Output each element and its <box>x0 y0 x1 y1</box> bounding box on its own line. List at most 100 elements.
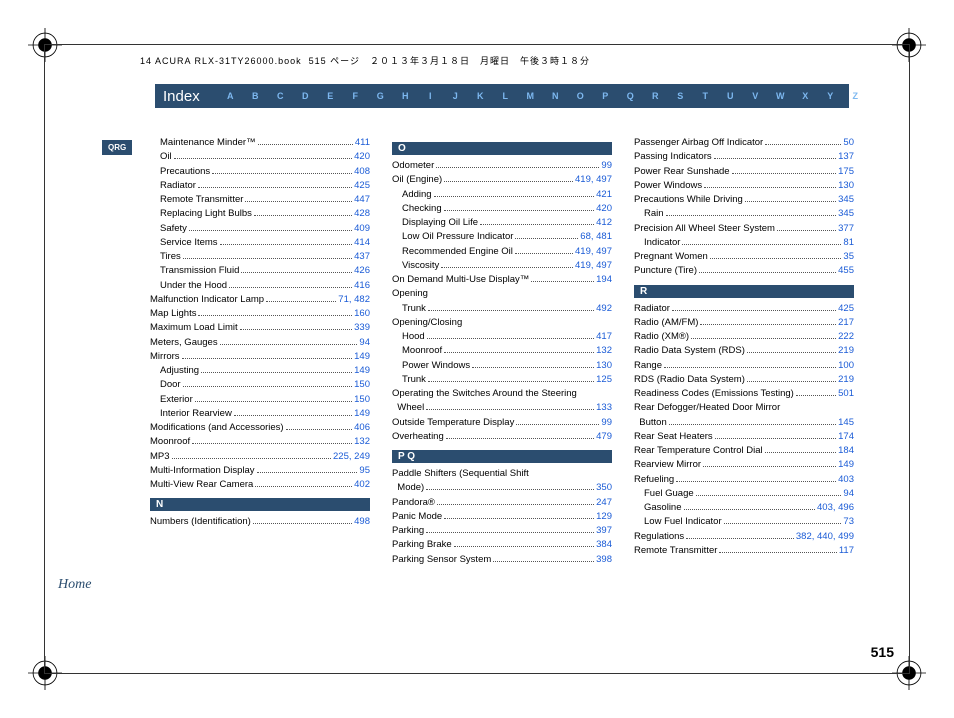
page-ref[interactable]: 175 <box>838 165 854 179</box>
alpha-link-h[interactable]: H <box>393 91 418 101</box>
page-ref[interactable]: 99 <box>601 159 612 173</box>
page-ref[interactable]: 479 <box>596 430 612 444</box>
page-ref[interactable]: 149 <box>354 364 370 378</box>
page-ref[interactable]: 219 <box>838 344 854 358</box>
page-ref[interactable]: 219 <box>838 373 854 387</box>
page-ref[interactable]: 377 <box>838 222 854 236</box>
page-ref[interactable]: 94 <box>843 487 854 501</box>
page-ref[interactable]: 409 <box>354 222 370 236</box>
alpha-link-y[interactable]: Y <box>818 91 843 101</box>
page-ref[interactable]: 150 <box>354 393 370 407</box>
page-ref[interactable]: 174 <box>838 430 854 444</box>
page-ref[interactable]: 222 <box>838 330 854 344</box>
page-ref[interactable]: 132 <box>354 435 370 449</box>
page-ref[interactable]: 160 <box>354 307 370 321</box>
page-ref[interactable]: 498 <box>354 515 370 529</box>
page-ref[interactable]: 35 <box>843 250 854 264</box>
page-ref[interactable]: 397 <box>596 524 612 538</box>
page-ref[interactable]: 100 <box>838 359 854 373</box>
alpha-link-a[interactable]: A <box>218 91 243 101</box>
page-ref[interactable]: 247 <box>596 496 612 510</box>
page-ref[interactable]: 117 <box>839 544 854 558</box>
page-ref[interactable]: 150 <box>354 378 370 392</box>
alpha-link-j[interactable]: J <box>443 91 468 101</box>
page-ref[interactable]: 428 <box>354 207 370 221</box>
page-ref[interactable]: 426 <box>354 264 370 278</box>
page-ref[interactable]: 99 <box>601 416 612 430</box>
alpha-link-g[interactable]: G <box>368 91 393 101</box>
page-ref[interactable]: 406 <box>354 421 370 435</box>
alpha-link-c[interactable]: C <box>268 91 293 101</box>
page-ref[interactable]: 403 <box>838 473 854 487</box>
page-ref[interactable]: 145 <box>838 416 854 430</box>
page-ref[interactable]: 420 <box>354 150 370 164</box>
alpha-link-i[interactable]: I <box>418 91 443 101</box>
page-ref[interactable]: 425 <box>354 179 370 193</box>
page-ref[interactable]: 68, 481 <box>580 230 612 244</box>
page-ref[interactable]: 420 <box>596 202 612 216</box>
page-ref[interactable]: 447 <box>354 193 370 207</box>
page-ref[interactable]: 419, 497 <box>575 173 612 187</box>
page-ref[interactable]: 130 <box>596 359 612 373</box>
page-ref[interactable]: 125 <box>596 373 612 387</box>
page-ref[interactable]: 149 <box>354 350 370 364</box>
page-ref[interactable]: 417 <box>596 330 612 344</box>
page-ref[interactable]: 382, 440, 499 <box>796 530 854 544</box>
alpha-link-z[interactable]: Z <box>843 91 868 101</box>
page-ref[interactable]: 419, 497 <box>575 259 612 273</box>
alpha-link-f[interactable]: F <box>343 91 368 101</box>
page-ref[interactable]: 411 <box>355 136 370 150</box>
alpha-link-b[interactable]: B <box>243 91 268 101</box>
page-ref[interactable]: 421 <box>596 188 612 202</box>
home-link[interactable]: Home <box>58 577 91 593</box>
page-ref[interactable]: 71, 482 <box>338 293 370 307</box>
alpha-link-k[interactable]: K <box>468 91 493 101</box>
page-ref[interactable]: 194 <box>596 273 612 287</box>
page-ref[interactable]: 402 <box>354 478 370 492</box>
alpha-link-p[interactable]: P <box>593 91 618 101</box>
page-ref[interactable]: 501 <box>838 387 854 401</box>
page-ref[interactable]: 149 <box>838 458 854 472</box>
page-ref[interactable]: 133 <box>596 401 612 415</box>
page-ref[interactable]: 419, 497 <box>575 245 612 259</box>
page-ref[interactable]: 425 <box>838 302 854 316</box>
page-ref[interactable]: 384 <box>596 538 612 552</box>
page-ref[interactable]: 416 <box>354 279 370 293</box>
alpha-link-o[interactable]: O <box>568 91 593 101</box>
page-ref[interactable]: 398 <box>596 553 612 567</box>
alpha-link-u[interactable]: U <box>718 91 743 101</box>
page-ref[interactable]: 132 <box>596 344 612 358</box>
page-ref[interactable]: 345 <box>838 193 854 207</box>
page-ref[interactable]: 129 <box>596 510 612 524</box>
page-ref[interactable]: 137 <box>838 150 854 164</box>
alpha-link-x[interactable]: X <box>793 91 818 101</box>
page-ref[interactable]: 217 <box>838 316 854 330</box>
page-ref[interactable]: 149 <box>354 407 370 421</box>
qrg-tab[interactable]: QRG <box>102 140 132 155</box>
page-ref[interactable]: 403, 496 <box>817 501 854 515</box>
page-ref[interactable]: 412 <box>596 216 612 230</box>
page-ref[interactable]: 94 <box>359 336 370 350</box>
alpha-link-s[interactable]: S <box>668 91 693 101</box>
alpha-link-n[interactable]: N <box>543 91 568 101</box>
page-ref[interactable]: 492 <box>596 302 612 316</box>
alpha-link-w[interactable]: W <box>768 91 793 101</box>
alpha-link-r[interactable]: R <box>643 91 668 101</box>
page-ref[interactable]: 408 <box>354 165 370 179</box>
alpha-link-l[interactable]: L <box>493 91 518 101</box>
page-ref[interactable]: 81 <box>843 236 854 250</box>
alpha-link-m[interactable]: M <box>518 91 543 101</box>
page-ref[interactable]: 350 <box>596 481 612 495</box>
page-ref[interactable]: 130 <box>838 179 854 193</box>
page-ref[interactable]: 184 <box>838 444 854 458</box>
alpha-link-e[interactable]: E <box>318 91 343 101</box>
alpha-link-v[interactable]: V <box>743 91 768 101</box>
page-ref[interactable]: 414 <box>354 236 370 250</box>
alpha-link-q[interactable]: Q <box>618 91 643 101</box>
page-ref[interactable]: 455 <box>838 264 854 278</box>
page-ref[interactable]: 73 <box>843 515 854 529</box>
page-ref[interactable]: 339 <box>354 321 370 335</box>
alpha-link-d[interactable]: D <box>293 91 318 101</box>
page-ref[interactable]: 95 <box>359 464 370 478</box>
page-ref[interactable]: 50 <box>843 136 854 150</box>
